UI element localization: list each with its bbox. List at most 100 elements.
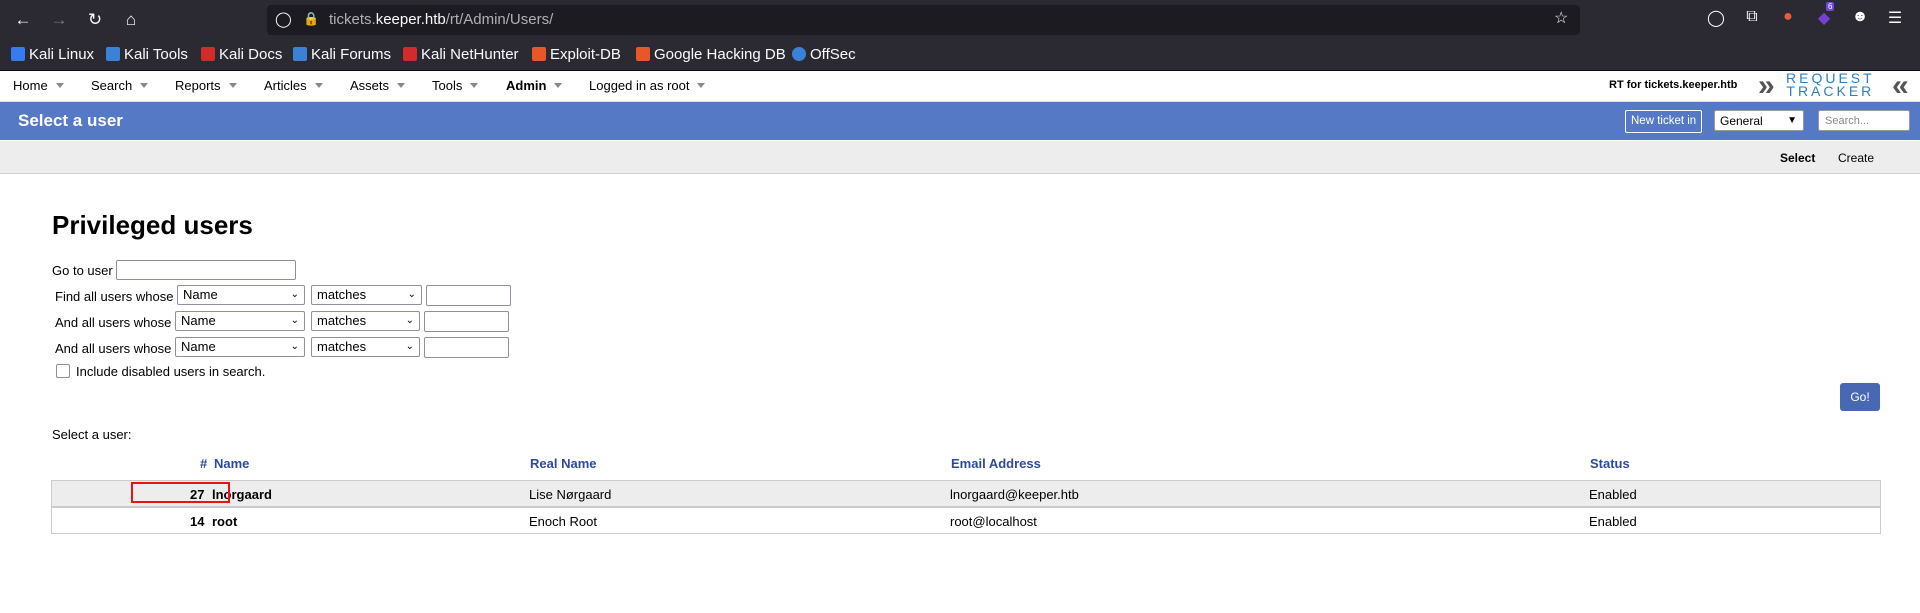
- bookmark-label: Exploit-DB: [550, 46, 621, 63]
- logo-chevron-left-icon: «: [1892, 69, 1909, 102]
- filter-value-input-2[interactable]: [424, 311, 509, 332]
- bookmark-label: Kali Docs: [219, 46, 283, 63]
- rt-for-label: RT for tickets.keeper.htb: [1609, 79, 1738, 91]
- home-icon[interactable]: ⌂: [119, 8, 143, 32]
- chevron-down-icon: ⌄: [405, 341, 414, 352]
- table-row[interactable]: 27 lnorgaard Lise Nørgaard lnorgaard@kee…: [51, 480, 1881, 507]
- pocket-icon[interactable]: ◯: [1705, 8, 1727, 28]
- menu-logged-in[interactable]: Logged in as root: [589, 78, 706, 93]
- menu-home[interactable]: Home: [13, 78, 64, 93]
- bookmark-label: Kali Linux: [29, 46, 95, 63]
- url-bar[interactable]: ◯ 🔒 tickets.keeper.htb/rt/Admin/Users/ ☆: [267, 5, 1580, 35]
- reload-icon[interactable]: ↻: [83, 8, 107, 32]
- new-ticket-button[interactable]: New ticket in: [1625, 110, 1703, 133]
- cell-status: Enabled: [1589, 487, 1637, 502]
- chevron-down-icon: ▼: [1787, 115, 1797, 126]
- bookmark-exploit-db[interactable]: Exploit-DB: [532, 46, 621, 63]
- logo-line2: TRACKER: [1786, 83, 1875, 99]
- kali-tools-icon: [106, 47, 120, 61]
- menu-search[interactable]: Search: [91, 78, 149, 93]
- menu-tools[interactable]: Tools: [432, 78, 479, 93]
- back-arrow-icon[interactable]: ←: [11, 8, 35, 32]
- include-disabled-checkbox[interactable]: [56, 364, 70, 378]
- url-domain: keeper.htb: [375, 11, 446, 28]
- filter-op-select-2[interactable]: matches ⌄: [311, 311, 420, 331]
- caret-down-icon: [554, 83, 563, 88]
- caret-down-icon: [397, 83, 406, 88]
- cell-id[interactable]: 14: [190, 514, 204, 529]
- cell-email: lnorgaard@keeper.htb: [950, 487, 1079, 502]
- bookmark-label: OffSec: [810, 46, 856, 63]
- table-row[interactable]: 14 root Enoch Root root@localhost Enable…: [51, 507, 1881, 534]
- extension-badge: 6: [1826, 2, 1835, 11]
- kali-nethunter-icon: [403, 47, 417, 61]
- select-user-label: Select a user:: [52, 427, 132, 442]
- go-to-user-label: Go to user: [52, 263, 113, 278]
- url-host-prefix: tickets.: [329, 11, 376, 28]
- subnav-create[interactable]: Create: [1838, 151, 1874, 165]
- select-value: Name: [183, 287, 218, 302]
- filter-field-select-2[interactable]: Name ⌄: [175, 311, 305, 331]
- filter-value-input-1[interactable]: [426, 285, 511, 306]
- col-header-status[interactable]: Status: [1590, 456, 1630, 471]
- filter-label-1: Find all users whose: [55, 289, 174, 304]
- col-header-name[interactable]: Name: [214, 456, 249, 471]
- browser-toolbar: ← → ↻ ⌂ ◯ 🔒 tickets.keeper.htb/rt/Admin/…: [0, 0, 1920, 40]
- chevron-down-icon: ⌄: [290, 341, 299, 352]
- cell-name[interactable]: root: [212, 514, 237, 529]
- cell-real-name: Enoch Root: [529, 514, 597, 529]
- select-value: matches: [317, 287, 367, 302]
- filter-label-3: And all users whose: [55, 341, 172, 356]
- extensions-icon[interactable]: ⧉: [1741, 8, 1763, 26]
- ghdb-icon: [636, 47, 650, 61]
- shield-icon[interactable]: ◯: [275, 10, 292, 28]
- kali-forums-icon: [293, 47, 307, 61]
- chevron-down-icon: ⌄: [405, 315, 414, 326]
- section-heading: Privileged users: [52, 210, 253, 240]
- col-header-email[interactable]: Email Address: [951, 456, 1041, 471]
- menu-label: Admin: [506, 78, 547, 93]
- col-header-real-name[interactable]: Real Name: [530, 456, 596, 471]
- bookmark-kali-forums[interactable]: Kali Forums: [293, 46, 391, 63]
- cookie-extension-icon[interactable]: ●: [1777, 8, 1799, 26]
- lock-icon[interactable]: 🔒: [303, 11, 319, 27]
- filter-op-select-3[interactable]: matches ⌄: [311, 337, 420, 357]
- bookmark-google-hacking-db[interactable]: Google Hacking DB: [636, 46, 786, 63]
- subnav-select[interactable]: Select: [1780, 151, 1815, 165]
- url-text[interactable]: tickets.keeper.htb/rt/Admin/Users/: [329, 11, 553, 28]
- filter-op-select-1[interactable]: matches ⌄: [311, 285, 422, 305]
- menu-hamburger-icon[interactable]: ☰: [1884, 8, 1906, 28]
- bookmarks-toolbar: Kali Linux Kali Tools Kali Docs Kali For…: [0, 40, 1920, 71]
- col-header-id[interactable]: #: [200, 456, 207, 471]
- bookmark-kali-tools[interactable]: Kali Tools: [106, 46, 188, 63]
- page-header: Select a user New ticket in General ▼ Sea…: [0, 102, 1920, 140]
- forward-arrow-icon[interactable]: →: [47, 8, 71, 32]
- filter-label-2: And all users whose: [55, 315, 172, 330]
- chevron-down-icon: ⌄: [407, 289, 416, 300]
- menu-label: Articles: [264, 78, 307, 93]
- queue-select[interactable]: General ▼: [1714, 110, 1804, 131]
- menu-articles[interactable]: Articles: [264, 78, 323, 93]
- highlight-annotation-box: [131, 482, 230, 503]
- menu-admin[interactable]: Admin: [506, 78, 563, 93]
- bookmark-kali-docs[interactable]: Kali Docs: [201, 46, 282, 63]
- caret-down-icon: [314, 83, 323, 88]
- filter-field-select-3[interactable]: Name ⌄: [175, 337, 305, 357]
- url-path: /rt/Admin/Users/: [445, 11, 554, 28]
- bookmark-kali-linux[interactable]: Kali Linux: [11, 46, 94, 63]
- header-search-input[interactable]: Search...: [1818, 110, 1910, 131]
- include-disabled-label: Include disabled users in search.: [76, 364, 266, 379]
- addon-extension-icon[interactable]: ◆ 6: [1813, 2, 1835, 28]
- go-button[interactable]: Go!: [1840, 383, 1880, 411]
- profile-icon[interactable]: ☻: [1849, 8, 1871, 26]
- menu-reports[interactable]: Reports: [175, 78, 237, 93]
- go-to-user-input[interactable]: [116, 260, 296, 280]
- kali-dragon-icon: [11, 47, 25, 61]
- filter-value-input-3[interactable]: [424, 337, 509, 358]
- bookmark-star-icon[interactable]: ☆: [1554, 8, 1568, 28]
- bookmark-offsec[interactable]: OffSec: [792, 46, 856, 63]
- menu-assets[interactable]: Assets: [350, 78, 406, 93]
- bookmark-kali-nethunter[interactable]: Kali NetHunter: [403, 46, 519, 63]
- caret-down-icon: [140, 83, 149, 88]
- filter-field-select-1[interactable]: Name ⌄: [177, 285, 305, 305]
